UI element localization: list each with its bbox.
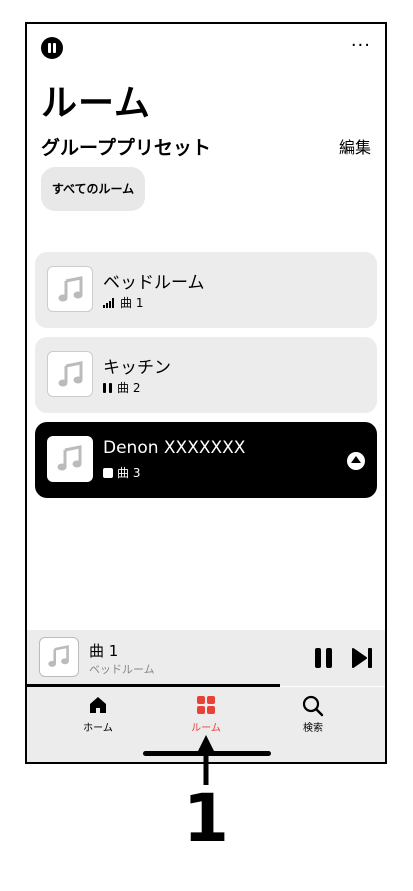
callout-number: 1	[183, 780, 229, 857]
app-logo-icon	[41, 37, 63, 59]
tab-search[interactable]: 検索	[273, 695, 353, 734]
room-name: Denon XXXXXXX	[103, 438, 246, 458]
mini-player[interactable]: 曲 1 ベッドルーム	[27, 630, 385, 686]
room-status: 曲 1	[103, 294, 143, 311]
album-art	[47, 351, 93, 397]
page-title: ルーム	[41, 83, 151, 124]
stop-icon	[103, 467, 113, 478]
album-art	[47, 436, 93, 482]
pause-button[interactable]	[315, 648, 333, 668]
home-icon	[90, 697, 106, 713]
eject-icon[interactable]	[347, 452, 365, 470]
room-status: 曲 2	[103, 379, 140, 396]
room-status: 曲 3	[103, 464, 140, 481]
group-presets-title: グループプリセット	[41, 137, 211, 159]
music-note-icon	[48, 645, 69, 667]
all-rooms-chip[interactable]: すべてのルーム	[41, 167, 145, 211]
room-card-bedroom[interactable]: ベッドルーム 曲 1	[35, 252, 377, 328]
callout-arrow-icon	[197, 735, 215, 785]
rooms-grid-icon	[197, 696, 215, 714]
phone-frame: ··· ルーム グループプリセット 編集 すべてのルーム ベッドルーム 曲 1	[25, 22, 387, 764]
tab-rooms[interactable]: ルーム	[166, 695, 246, 734]
room-card-denon[interactable]: Denon XXXXXXX 曲 3	[35, 422, 377, 498]
room-name: ベッドルーム	[103, 273, 205, 293]
tab-label: ルーム	[191, 723, 221, 734]
tab-label: 検索	[303, 723, 323, 734]
track-name: 曲 1	[120, 296, 144, 310]
signal-icon	[103, 297, 116, 308]
next-track-icon[interactable]	[351, 648, 373, 668]
pause-icon	[103, 382, 113, 393]
tab-home[interactable]: ホーム	[58, 695, 138, 734]
album-art	[47, 266, 93, 312]
search-icon	[302, 695, 324, 717]
music-note-icon	[57, 445, 82, 471]
tab-label: ホーム	[83, 723, 113, 734]
top-bar: ···	[41, 37, 371, 59]
room-card-kitchen[interactable]: キッチン 曲 2	[35, 337, 377, 413]
music-note-icon	[58, 361, 83, 387]
music-note-icon	[58, 276, 83, 302]
mini-player-title: 曲 1	[89, 642, 119, 660]
edit-button[interactable]: 編集	[339, 134, 371, 158]
mini-player-subtitle: ベッドルーム	[89, 663, 155, 676]
track-name: 曲 3	[117, 466, 141, 480]
room-name: キッチン	[103, 358, 171, 378]
album-art	[39, 637, 79, 677]
more-options-button[interactable]: ···	[351, 37, 371, 55]
track-name: 曲 2	[117, 381, 141, 395]
